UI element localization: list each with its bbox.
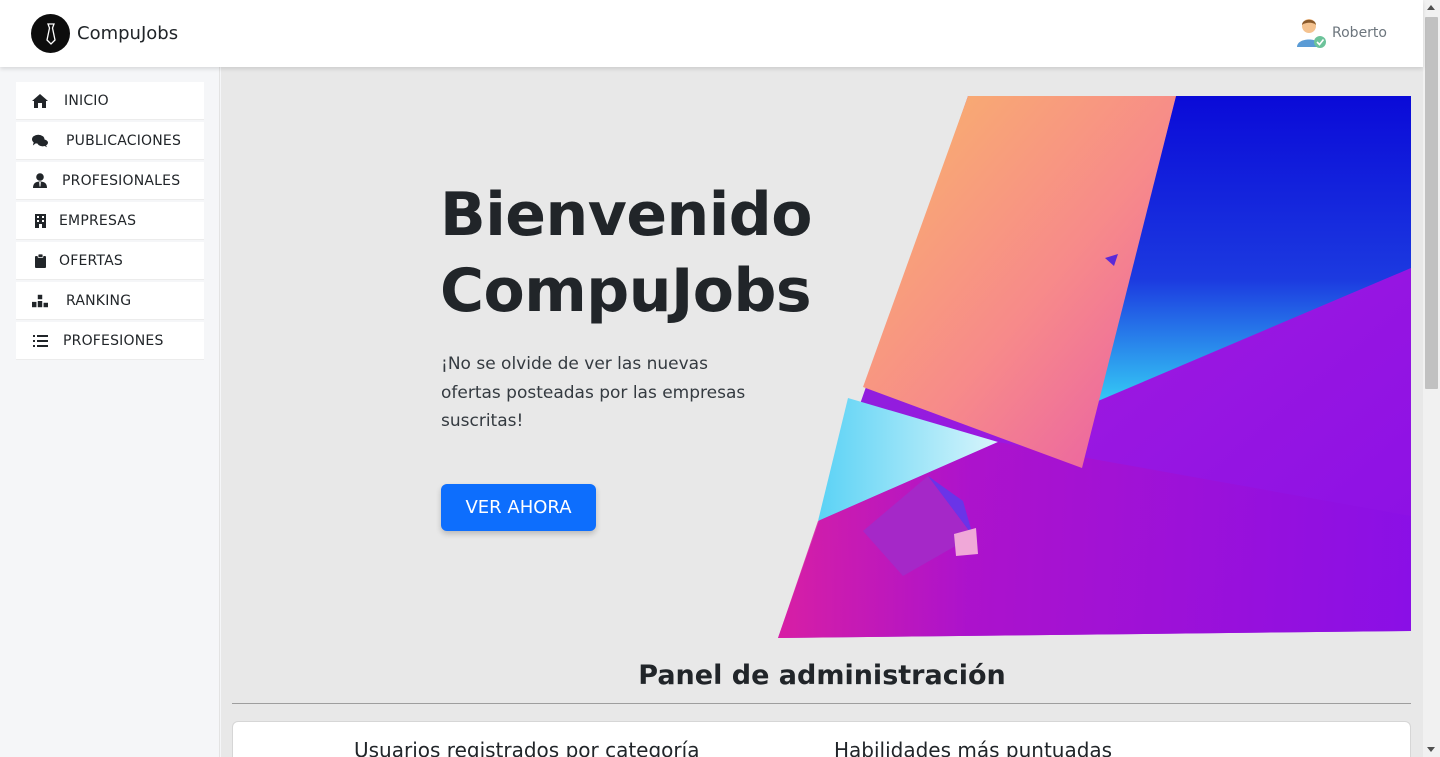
home-icon: [32, 93, 48, 109]
clipboard-icon: [32, 253, 48, 269]
building-icon: [32, 213, 48, 229]
stats-card: Usuarios registrados por categoría Habil…: [232, 721, 1411, 757]
sidebar-item-ofertas[interactable]: OFERTAS: [16, 242, 204, 280]
list-icon: [32, 333, 48, 349]
main-content: Bienvenido CompuJobs ¡No se olvide de ve…: [221, 67, 1423, 757]
sidebar-item-label: RANKING: [66, 292, 132, 309]
user-tie-icon: [32, 173, 48, 189]
ver-ahora-button[interactable]: VER AHORA: [441, 484, 596, 531]
sidebar-item-publicaciones[interactable]: PUBLICACIONES: [16, 122, 204, 160]
sidebar-item-profesionales[interactable]: PROFESIONALES: [16, 162, 204, 200]
sidebar-item-label: PUBLICACIONES: [66, 132, 182, 149]
user-name: Roberto: [1332, 25, 1387, 41]
card-title-usuarios: Usuarios registrados por categoría: [354, 738, 700, 757]
sidebar: INICIO PUBLICACIONES PROFESIONALES EMPRE…: [0, 67, 220, 757]
sidebar-item-label: INICIO: [64, 92, 109, 109]
hero-title: Bienvenido CompuJobs: [440, 177, 812, 329]
top-navbar: CompuJobs Roberto: [0, 0, 1423, 67]
brand-name: CompuJobs: [77, 23, 179, 44]
ranking-icon: [32, 293, 48, 309]
sidebar-item-inicio[interactable]: INICIO: [16, 82, 204, 120]
sidebar-item-label: EMPRESAS: [59, 212, 137, 229]
user-avatar-icon: [1295, 15, 1329, 51]
panel-title: Panel de administración: [638, 660, 1006, 691]
brand[interactable]: CompuJobs: [31, 14, 178, 53]
hero-description: ¡No se olvide de ver las nuevas ofertas …: [441, 354, 746, 431]
sidebar-menu: INICIO PUBLICACIONES PROFESIONALES EMPRE…: [16, 82, 204, 362]
sidebar-item-label: PROFESIONES: [63, 332, 164, 349]
scroll-down-icon[interactable]: [1427, 747, 1435, 752]
sidebar-item-label: OFERTAS: [59, 252, 123, 269]
hero-title-line2: CompuJobs: [440, 256, 812, 326]
sidebar-item-ranking[interactable]: RANKING: [16, 282, 204, 320]
sidebar-item-empresas[interactable]: EMPRESAS: [16, 202, 204, 240]
card-title-habilidades: Habilidades más puntuadas: [834, 738, 1113, 757]
hero-illustration: [778, 96, 1411, 638]
user-menu[interactable]: Roberto: [1295, 15, 1387, 51]
vertical-scrollbar[interactable]: [1423, 0, 1440, 757]
scroll-thumb[interactable]: [1425, 17, 1438, 389]
divider: [232, 703, 1411, 704]
scroll-up-icon[interactable]: [1427, 5, 1435, 10]
comments-icon: [32, 133, 48, 149]
tie-logo-icon: [31, 14, 70, 53]
hero-title-line1: Bienvenido: [440, 180, 812, 250]
sidebar-item-profesiones[interactable]: PROFESIONES: [16, 322, 204, 360]
sidebar-item-label: PROFESIONALES: [62, 172, 181, 189]
